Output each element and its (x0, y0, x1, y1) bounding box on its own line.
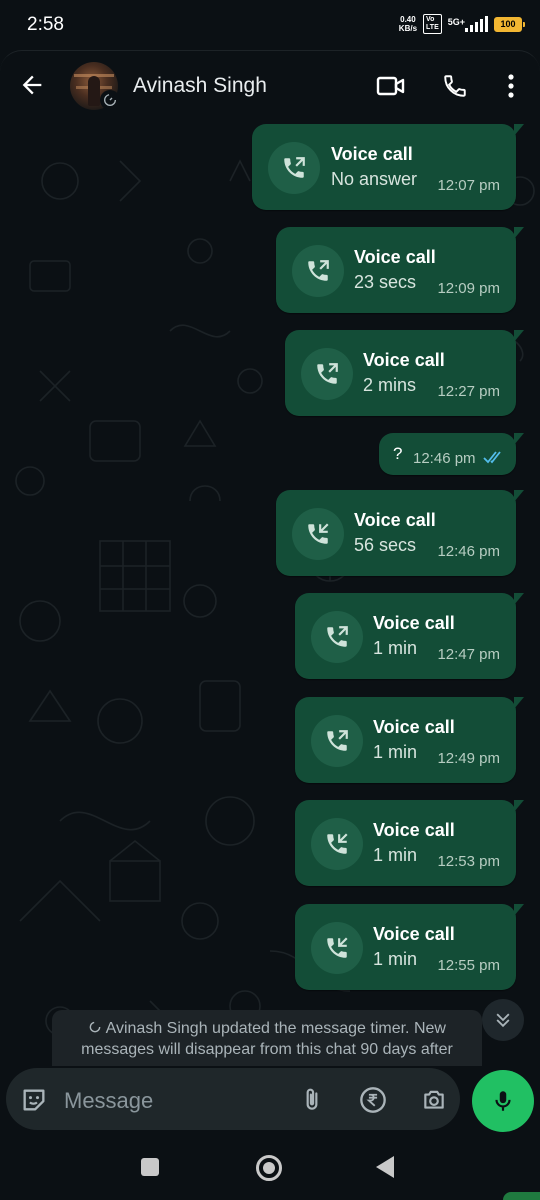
call-detail: 1 min (373, 638, 418, 658)
call-title: Voice call (331, 144, 413, 164)
outgoing-call-icon (327, 626, 348, 647)
call-message[interactable]: Voice call 2 mins 12:27 pm (285, 330, 524, 416)
message-time: 12:07 pm (437, 177, 500, 194)
timer-icon (89, 1021, 101, 1033)
camera-button[interactable] (418, 1084, 450, 1116)
sticker-icon (23, 1089, 45, 1111)
back-button[interactable] (18, 71, 46, 99)
system-message-text: Avinash Singh updated the message timer.… (81, 1020, 453, 1058)
text-message[interactable]: ? 12:46 pm (379, 433, 524, 475)
chevrons-down-icon (496, 1013, 510, 1028)
call-message[interactable]: Voice call 56 secs 12:46 pm (276, 490, 524, 576)
disappearing-timer-icon (100, 90, 120, 110)
call-title: Voice call (373, 820, 455, 840)
message-time: 12:53 pm (437, 853, 500, 870)
attach-button[interactable] (296, 1084, 328, 1116)
outgoing-call-icon (284, 157, 305, 178)
call-message[interactable]: Voice call 1 min 12:47 pm (295, 593, 524, 679)
message-input-box[interactable]: Message (6, 1068, 460, 1130)
call-message[interactable]: Voice call 23 secs 12:09 pm (276, 227, 524, 313)
call-message[interactable]: Voice call 1 min 12:49 pm (295, 697, 524, 783)
call-icon-container (292, 508, 344, 560)
voice-record-button[interactable] (472, 1070, 534, 1132)
voice-call-button[interactable] (440, 71, 470, 101)
outgoing-call-icon (308, 260, 329, 281)
call-message[interactable]: Voice call No answer 12:07 pm (252, 124, 524, 210)
call-icon-container (301, 348, 353, 400)
call-detail: 1 min (373, 742, 418, 762)
camera-icon (424, 1090, 444, 1109)
call-title: Voice call (354, 247, 436, 267)
scroll-to-bottom-button[interactable] (482, 999, 524, 1041)
network-speed: 0.40 KB/s (399, 15, 417, 33)
message-time: 12:49 pm (437, 750, 500, 767)
battery-icon: 100 (494, 16, 525, 32)
call-title: Voice call (363, 350, 445, 370)
outgoing-call-icon (327, 730, 348, 751)
video-call-button[interactable] (376, 71, 406, 101)
incoming-call-icon (308, 523, 329, 544)
home-button[interactable] (256, 1155, 282, 1181)
call-title: Voice call (373, 717, 455, 737)
call-icon-container (311, 922, 363, 974)
contact-name[interactable]: Avinash Singh (133, 74, 267, 98)
battery-level: 100 (500, 19, 516, 29)
video-camera-icon (376, 76, 405, 96)
chat-header: Avinash Singh (0, 50, 540, 121)
incoming-call-icon (327, 833, 348, 854)
signal-bars-icon (465, 16, 488, 32)
message-time: 12:09 pm (437, 280, 500, 297)
call-message[interactable]: Voice call 1 min 12:53 pm (295, 800, 524, 886)
network-speed-unit: KB/s (398, 24, 418, 33)
sticker-button[interactable] (18, 1084, 50, 1116)
back-nav-button[interactable] (376, 1156, 394, 1178)
incoming-call-icon (327, 937, 348, 958)
system-message: Avinash Singh updated the message timer.… (52, 1010, 482, 1066)
status-indicators: 0.40 KB/s Vo LTE 5G+ 100 (399, 14, 525, 34)
call-message[interactable]: Voice call 1 min 12:55 pm (295, 904, 524, 990)
call-detail: 1 min (373, 845, 418, 865)
call-icon-container (311, 818, 363, 870)
message-input-placeholder[interactable]: Message (64, 1088, 153, 1114)
paperclip-icon (306, 1088, 318, 1110)
call-title: Voice call (354, 510, 436, 530)
message-time: 12:27 pm (437, 383, 500, 400)
call-icon-container (268, 142, 320, 194)
read-receipt-icon (483, 451, 501, 464)
system-navigation-bar (0, 1134, 540, 1200)
status-time: 2:58 (27, 14, 64, 35)
call-title: Voice call (373, 924, 455, 944)
more-options-button[interactable] (496, 71, 526, 101)
call-icon-container (311, 611, 363, 663)
recents-button[interactable] (141, 1158, 159, 1176)
network-speed-value: 0.40 (400, 15, 416, 24)
message-text: ? (393, 444, 403, 463)
message-time: 12:55 pm (437, 957, 500, 974)
arrow-left-icon (22, 75, 42, 95)
call-detail: 56 secs (354, 535, 417, 555)
call-detail: 2 mins (363, 375, 417, 395)
edge-accent (503, 1192, 540, 1200)
chat-area[interactable]: Voice call No answer 12:07 pm Voice call… (0, 121, 540, 1066)
call-icon-container (292, 245, 344, 297)
outgoing-call-icon (317, 363, 338, 384)
call-icon-container (311, 715, 363, 767)
message-time: 12:46 pm (437, 543, 500, 560)
volte-icon: Vo LTE (423, 14, 442, 34)
payment-button[interactable] (357, 1084, 389, 1116)
message-time: 12:47 pm (437, 646, 500, 663)
status-bar: 2:58 0.40 KB/s Vo LTE 5G+ 100 (0, 0, 540, 50)
call-title: Voice call (373, 613, 455, 633)
more-vertical-icon (508, 74, 514, 98)
message-composer: Message (0, 1066, 540, 1134)
call-detail: 23 secs (354, 272, 417, 292)
microphone-icon (495, 1091, 511, 1111)
call-detail: 1 min (373, 949, 418, 969)
message-time: 12:46 pm (413, 450, 476, 467)
phone-icon (444, 75, 466, 97)
call-detail: No answer (331, 169, 418, 189)
rupee-icon (360, 1087, 386, 1113)
network-type: 5G+ (447, 17, 465, 27)
signal-indicator: 5G+ (448, 16, 488, 32)
